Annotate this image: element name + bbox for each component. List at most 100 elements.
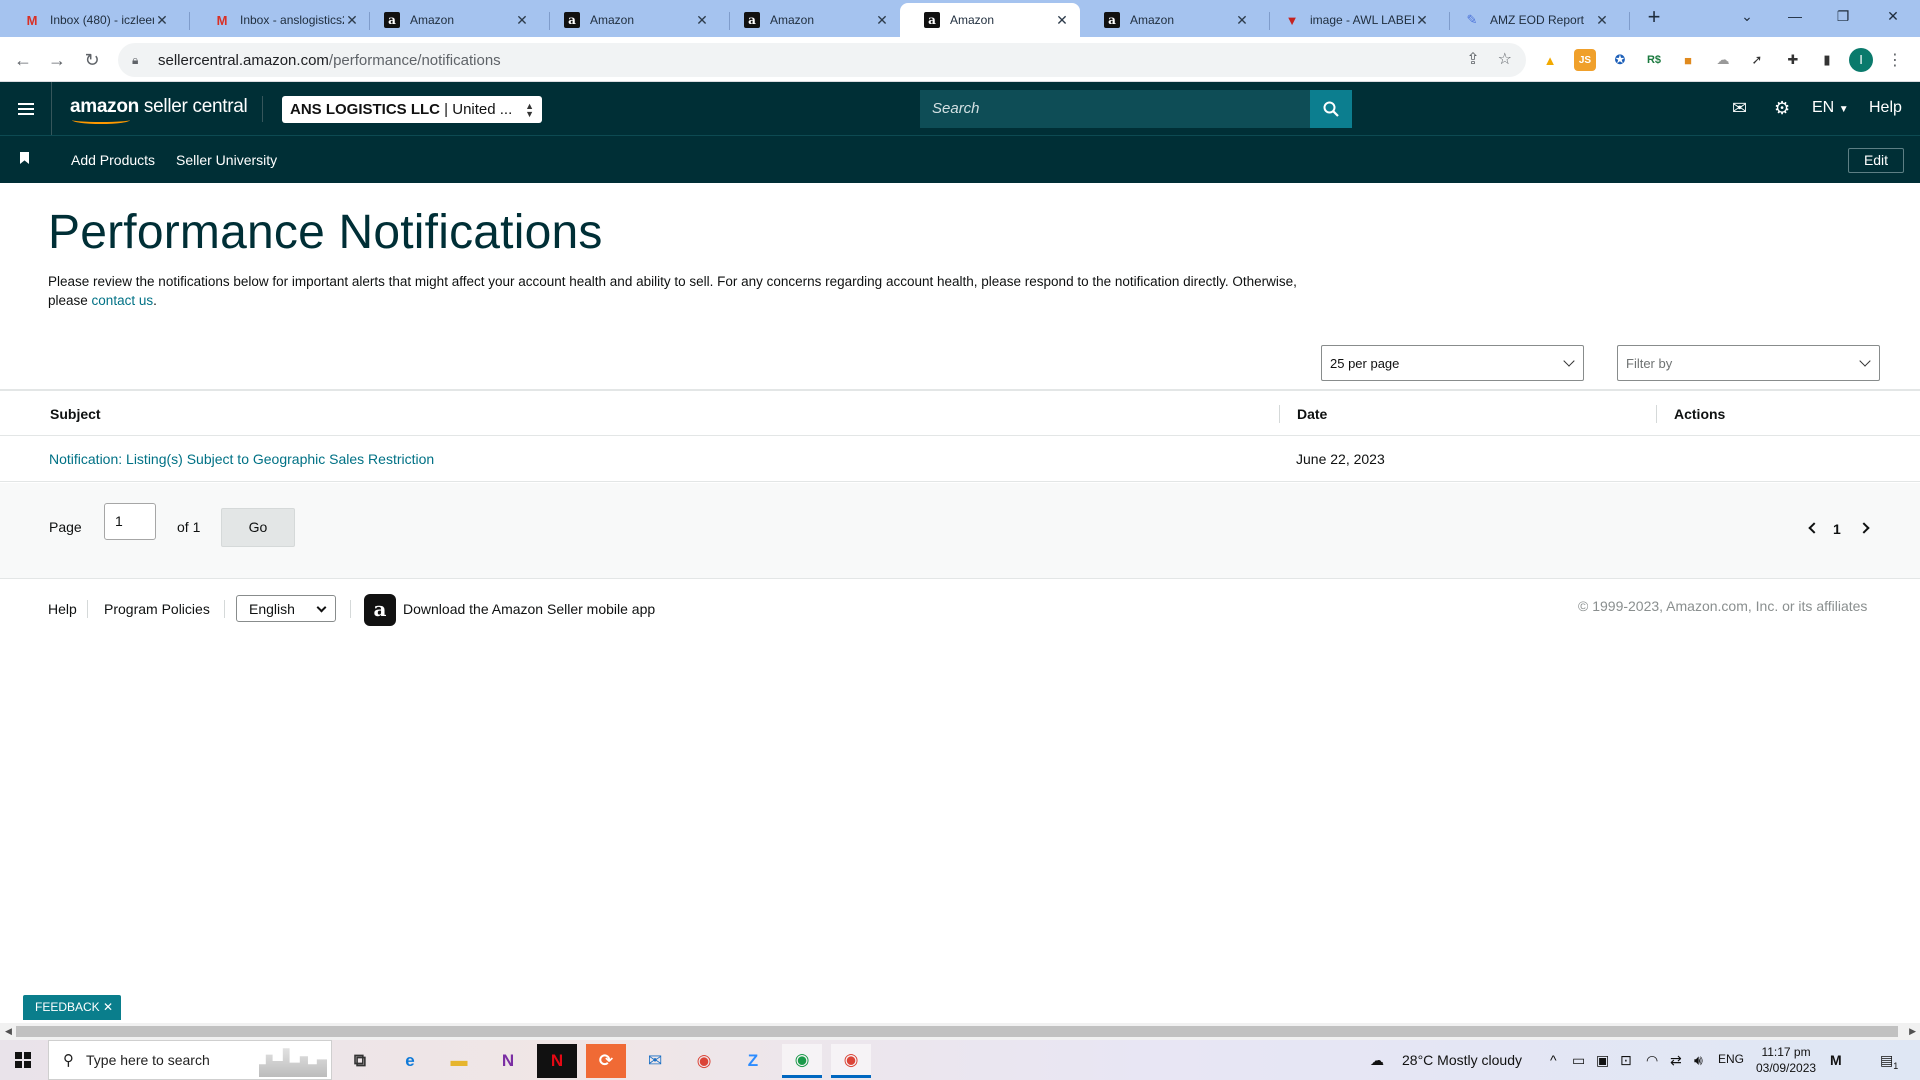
horizontal-scrollbar[interactable]: ◀ ▶: [0, 1023, 1920, 1040]
browser-tab[interactable]: M Inbox (480) - iczleen ✕: [0, 3, 180, 37]
edge-icon[interactable]: e: [390, 1044, 430, 1078]
network-icon[interactable]: ⇄: [1670, 1052, 1682, 1069]
close-icon[interactable]: ✕: [103, 1000, 113, 1014]
file-explorer-icon[interactable]: ▬: [439, 1044, 479, 1078]
browser-tab[interactable]: a Amazon ✕: [360, 3, 540, 37]
zoom-icon[interactable]: Z: [733, 1044, 773, 1078]
task-view-icon[interactable]: ⧉: [340, 1044, 380, 1078]
feedback-button[interactable]: FEEDBACK ✕: [23, 995, 121, 1020]
mail-icon[interactable]: ✉: [1732, 98, 1747, 119]
bookmark-icon[interactable]: [20, 152, 29, 164]
system-clock[interactable]: 11:17 pm 03/09/2023: [1756, 1044, 1816, 1076]
browser-tab[interactable]: ▼ image - AWL LABEL ✕: [1260, 3, 1440, 37]
close-icon[interactable]: ✕: [514, 12, 530, 29]
scrollbar-thumb[interactable]: [16, 1026, 1898, 1037]
battery-icon[interactable]: ▭: [1572, 1052, 1585, 1069]
footer-program-policies-link[interactable]: Program Policies: [104, 601, 210, 617]
language-selector[interactable]: EN ▼: [1812, 99, 1849, 117]
volume-icon[interactable]: 🔊︎: [1694, 1052, 1703, 1069]
close-icon[interactable]: ✕: [1594, 12, 1610, 29]
chevron-right-icon[interactable]: [1858, 522, 1870, 534]
close-icon[interactable]: ✕: [1414, 12, 1430, 29]
search-button[interactable]: [1310, 90, 1352, 128]
menu-kebab-icon[interactable]: ⋮: [1884, 49, 1906, 71]
close-icon[interactable]: ✕: [1234, 12, 1250, 29]
footer-language-select[interactable]: English: [236, 595, 336, 622]
chrome-icon[interactable]: ◉: [684, 1044, 724, 1078]
taskbar-search-box[interactable]: ⚲ Type here to search: [48, 1040, 332, 1080]
forward-icon[interactable]: →: [43, 46, 71, 74]
close-icon[interactable]: ✕: [1054, 12, 1070, 29]
search-input[interactable]: Search: [920, 90, 1310, 128]
browser-tab[interactable]: M Inbox - anslogistics20 ✕: [190, 3, 370, 37]
new-tab-button[interactable]: +: [1640, 4, 1668, 32]
profile-avatar[interactable]: I: [1849, 48, 1873, 72]
browser-tab[interactable]: a Amazon ✕: [1080, 3, 1260, 37]
close-window-button[interactable]: ✕: [1870, 0, 1916, 32]
close-icon[interactable]: ✕: [694, 12, 710, 29]
windows-start-icon[interactable]: [15, 1052, 31, 1068]
input-language[interactable]: ENG: [1718, 1052, 1744, 1066]
contact-us-link[interactable]: contact us: [92, 293, 154, 308]
netflix-icon[interactable]: N: [537, 1044, 577, 1078]
browser-tab[interactable]: a Amazon ✕: [540, 3, 720, 37]
seller-central-logo[interactable]: amazon seller central: [70, 96, 248, 124]
edit-button[interactable]: Edit: [1848, 148, 1904, 173]
browser-tab-active[interactable]: a Amazon ✕: [900, 3, 1080, 37]
app-m-icon[interactable]: M: [1830, 1052, 1842, 1068]
extension-bag-icon[interactable]: ■: [1677, 49, 1699, 71]
extension-cloud-icon[interactable]: ☁: [1712, 49, 1734, 71]
address-bar[interactable]: 🔒︎ sellercentral.amazon.com/performance/…: [118, 43, 1526, 77]
chevron-left-icon[interactable]: [1808, 522, 1820, 534]
notification-subject-link[interactable]: Notification: Listing(s) Subject to Geog…: [49, 451, 434, 467]
download-app-link[interactable]: Download the Amazon Seller mobile app: [403, 601, 655, 617]
nav-link-seller-university[interactable]: Seller University: [176, 152, 277, 168]
nav-link-add-products[interactable]: Add Products: [71, 152, 155, 168]
browser-tab[interactable]: a Amazon ✕: [720, 3, 900, 37]
meet-now-icon[interactable]: ▣: [1596, 1052, 1609, 1069]
filter-select[interactable]: Filter by: [1617, 345, 1880, 381]
wifi-icon[interactable]: ◠: [1646, 1052, 1658, 1069]
scroll-right-icon[interactable]: ▶: [1909, 1026, 1916, 1037]
mail-app-icon[interactable]: ✉: [635, 1044, 675, 1078]
page-number-input[interactable]: 1: [104, 503, 156, 540]
extension-arrow-icon[interactable]: ➚: [1746, 49, 1768, 71]
browser-tab[interactable]: ✎ AMZ EOD Report ✕: [1440, 3, 1620, 37]
help-link[interactable]: Help: [1869, 99, 1902, 117]
tab-search-icon[interactable]: ⌄: [1724, 0, 1770, 32]
extension-js-icon[interactable]: JS: [1574, 49, 1596, 71]
scroll-left-icon[interactable]: ◀: [5, 1026, 12, 1037]
reload-icon[interactable]: ↻: [78, 46, 106, 74]
weather-text[interactable]: 28°C Mostly cloudy: [1402, 1052, 1522, 1068]
close-icon[interactable]: ✕: [874, 12, 890, 29]
go-button[interactable]: Go: [221, 508, 295, 547]
app-sync-icon[interactable]: ⟳: [586, 1044, 626, 1078]
column-header-date[interactable]: Date: [1297, 406, 1327, 422]
share-icon[interactable]: ⇪: [1466, 49, 1479, 69]
extension-drive-icon[interactable]: ▲: [1539, 49, 1561, 71]
chrome-profile-icon[interactable]: ◉: [782, 1044, 822, 1078]
per-page-select[interactable]: 25 per page: [1321, 345, 1584, 381]
bookmark-star-icon[interactable]: ☆: [1498, 49, 1512, 69]
close-icon[interactable]: ✕: [344, 12, 360, 29]
side-panel-icon[interactable]: ▮: [1816, 49, 1838, 71]
page-number-link[interactable]: 1: [1833, 521, 1841, 537]
footer-help-link[interactable]: Help: [48, 601, 77, 617]
chrome-profile-icon[interactable]: ◉: [831, 1044, 871, 1078]
onenote-icon[interactable]: N: [488, 1044, 528, 1078]
weather-icon[interactable]: ☁: [1370, 1052, 1384, 1069]
close-icon[interactable]: ✕: [154, 12, 170, 29]
restore-button[interactable]: ❐: [1820, 0, 1866, 32]
notification-center-icon[interactable]: ▤1: [1880, 1052, 1898, 1071]
tray-expand-icon[interactable]: ^: [1550, 1052, 1557, 1068]
display-icon[interactable]: ⊡: [1620, 1052, 1632, 1069]
account-switcher[interactable]: ANS LOGISTICS LLC | United ... ▲ ▼: [282, 96, 542, 123]
gear-icon[interactable]: ⚙: [1774, 98, 1790, 119]
amazon-seller-app-icon[interactable]: a: [364, 594, 396, 626]
back-icon[interactable]: ←: [9, 46, 37, 74]
extension-rs-icon[interactable]: R$: [1643, 49, 1665, 71]
extension-globe-icon[interactable]: ✪: [1609, 49, 1631, 71]
minimize-button[interactable]: —: [1772, 0, 1818, 32]
hamburger-menu-icon[interactable]: [0, 82, 52, 135]
extensions-puzzle-icon[interactable]: ✚: [1782, 49, 1804, 71]
